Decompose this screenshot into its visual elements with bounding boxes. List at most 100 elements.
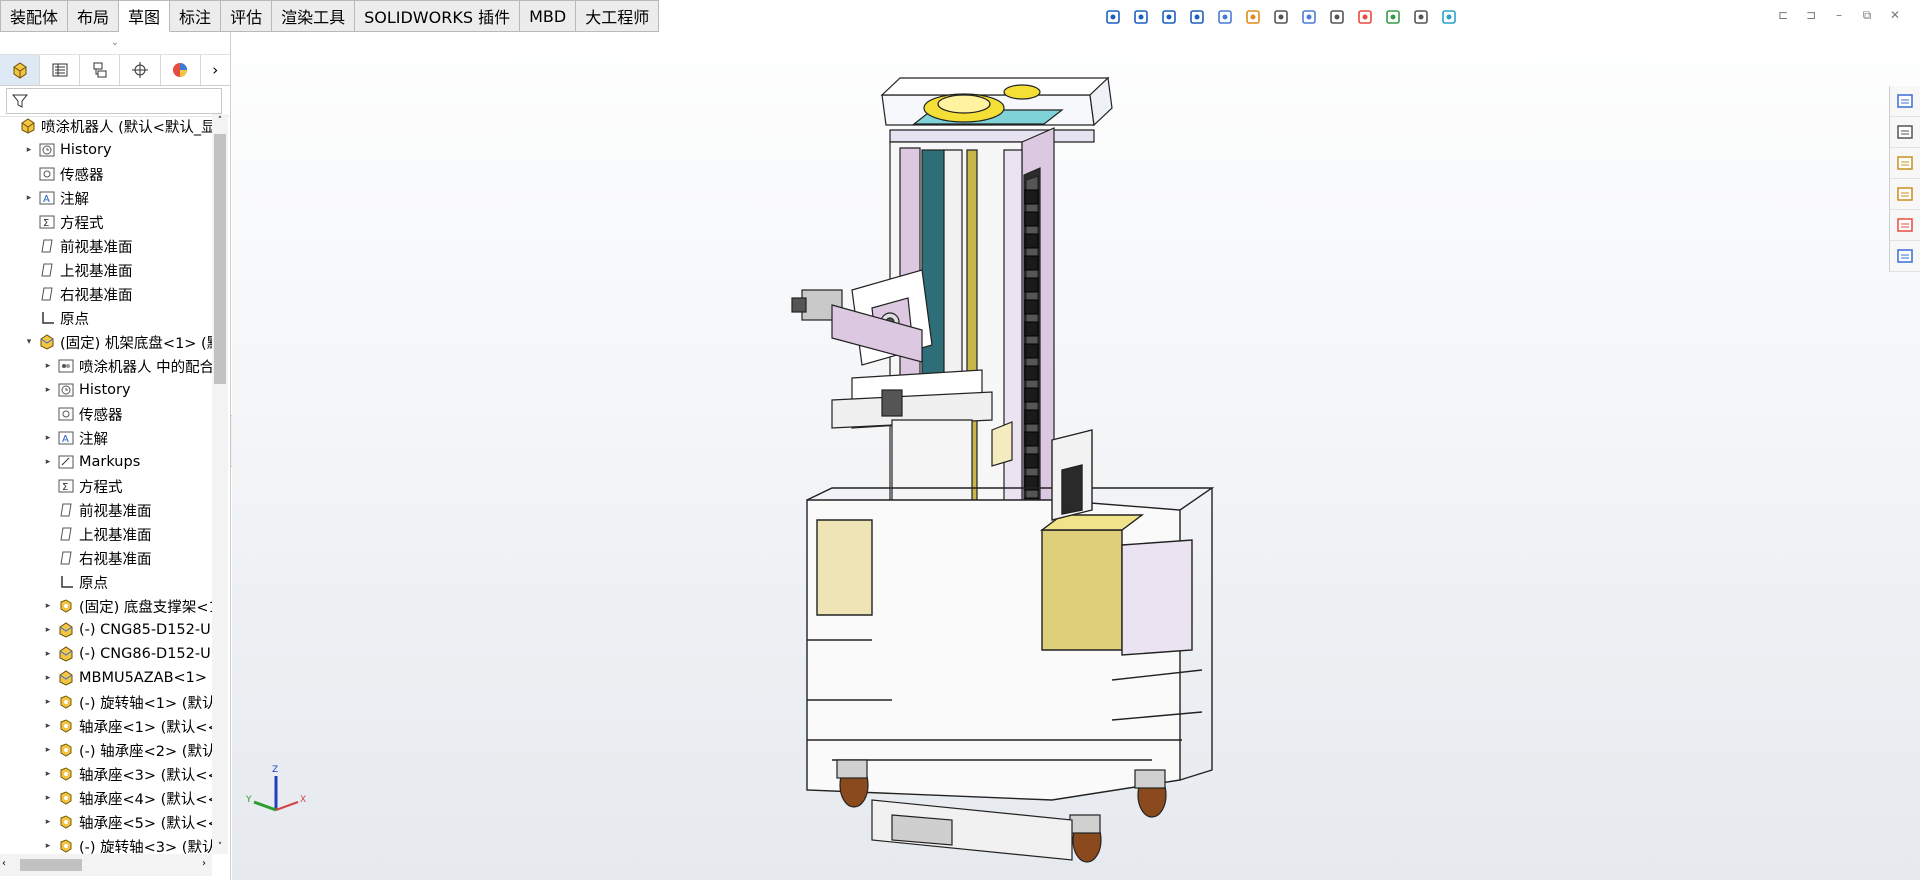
svg-text:A: A	[62, 434, 69, 445]
tree-item-label: 前视基准面	[60, 239, 133, 256]
tree-item-label: 注解	[79, 431, 108, 448]
expand-arrow-icon[interactable]: ▸	[42, 457, 54, 467]
tree-item[interactable]: 右视基准面	[0, 546, 212, 570]
scroll-right-icon[interactable]: ›	[202, 858, 206, 869]
triad-z-label: Z	[272, 765, 278, 775]
tab-5[interactable]: 渲染工具	[272, 0, 356, 32]
tree-item[interactable]: ▸ (-) CNG86-D152-U	[0, 642, 212, 666]
expand-arrow-icon[interactable]: ▸	[42, 649, 54, 659]
expand-arrow-icon[interactable]: ▸	[42, 769, 54, 779]
tab-0[interactable]: 装配体	[0, 0, 69, 32]
part-icon	[57, 789, 75, 807]
tree-item[interactable]: 原点	[0, 570, 212, 594]
tree-item-label: 喷涂机器人 中的配合	[79, 359, 212, 376]
subassembly-icon	[38, 333, 56, 351]
tree-item[interactable]: 上视基准面	[0, 258, 212, 282]
expand-arrow-icon[interactable]: ▸	[42, 625, 54, 635]
tree-item[interactable]: ▸ A 注解	[0, 186, 212, 210]
configuration-manager-tab[interactable]	[80, 55, 121, 85]
tree-item[interactable]: 前视基准面	[0, 234, 212, 258]
reference-triad: Z Y X	[246, 765, 306, 812]
tree-item[interactable]: ▸ 轴承座<5> (默认<<	[0, 810, 212, 834]
property-manager-tab[interactable]	[40, 55, 81, 85]
tab-7[interactable]: MBD	[520, 0, 577, 32]
dimxpert-tab[interactable]	[120, 55, 161, 85]
expand-arrow-icon[interactable]: ▸	[42, 841, 54, 851]
tree-item[interactable]: ▸ (-) 旋转轴<3> (默认	[0, 834, 212, 854]
tree-item[interactable]: 上视基准面	[0, 522, 212, 546]
tab-4[interactable]: 评估	[221, 0, 273, 32]
tree-item[interactable]: Σ 方程式	[0, 474, 212, 498]
tab-2[interactable]: 草图	[119, 0, 171, 32]
dimxpert-icon	[131, 62, 148, 78]
tree-item[interactable]: Σ 方程式	[0, 210, 212, 234]
expand-arrow-icon[interactable]: ▸	[42, 793, 54, 803]
part-icon	[57, 741, 75, 759]
command-manager-tabs: 装配体 布局 草图 标注 评估 渲染工具 SOLIDWORKS 插件 MBD 大工程师	[0, 0, 660, 32]
tree-item[interactable]: ▸ MBMU5AZAB<1>	[0, 666, 212, 690]
expand-arrow-icon[interactable]: ▸	[42, 721, 54, 731]
sensor-icon	[57, 405, 75, 423]
tree-item[interactable]: ▸ (-) CNG85-D152-U	[0, 618, 212, 642]
tree-item-label: 前视基准面	[79, 503, 152, 520]
tree-horizontal-scrollbar[interactable]: ‹ ›	[0, 854, 212, 876]
display-manager-tab[interactable]	[161, 55, 201, 85]
subassembly-icon	[57, 621, 75, 639]
markups-icon	[57, 453, 75, 471]
collapse-arrow-icon[interactable]: ▾	[23, 337, 35, 347]
panel-grip[interactable]: ⌄	[0, 32, 230, 55]
scroll-up-icon[interactable]: ˄	[212, 114, 228, 128]
tree-item[interactable]: ▸ Markups	[0, 450, 212, 474]
tab-1[interactable]: 布局	[68, 0, 120, 32]
vertical-scroll-thumb[interactable]	[214, 134, 226, 384]
expand-arrow-icon[interactable]: ▸	[42, 433, 54, 443]
part-icon	[57, 813, 75, 831]
tab-6[interactable]: SOLIDWORKS 插件	[355, 0, 521, 32]
tree-item-label: 右视基准面	[60, 287, 133, 304]
filter-icon	[11, 94, 29, 108]
expand-arrow-icon[interactable]: ▸	[42, 673, 54, 683]
origin-icon	[57, 573, 75, 591]
tree-item[interactable]: 原点	[0, 306, 212, 330]
tree-item[interactable]: ▸ (-) 轴承座<2> (默认	[0, 738, 212, 762]
triad-x-label: X	[300, 795, 306, 805]
expand-arrow-icon[interactable]: ▸	[23, 145, 35, 155]
tree-item[interactable]: 右视基准面	[0, 282, 212, 306]
tree-item[interactable]: ▸ History	[0, 378, 212, 402]
feature-manager-tab[interactable]	[0, 55, 41, 85]
plane-icon	[38, 237, 56, 255]
tree-item[interactable]: ▸ (固定) 底盘支撑架<1	[0, 594, 212, 618]
tree-item-label: 轴承座<5> (默认<<	[79, 815, 212, 832]
expand-arrow-icon[interactable]: ▸	[23, 193, 35, 203]
scroll-down-icon[interactable]: ˅	[212, 840, 228, 854]
tree-item-label: (-) CNG86-D152-U	[79, 646, 211, 662]
tree-item[interactable]: ▸ History	[0, 138, 212, 162]
tree-item[interactable]: ▸ 轴承座<4> (默认<<	[0, 786, 212, 810]
robot-assembly-model[interactable]	[232, 0, 1920, 880]
scroll-left-icon[interactable]: ‹	[2, 858, 6, 869]
tab-8[interactable]: 大工程师	[576, 0, 660, 32]
expand-arrow-icon[interactable]: ▸	[42, 385, 54, 395]
graphics-area[interactable]: ⊏ ⊐ – ⧉ ✕ Z Y X	[232, 0, 1920, 880]
tree-item[interactable]: ▾ (固定) 机架底盘<1> (默	[0, 330, 212, 354]
expand-arrow-icon[interactable]: ▸	[42, 361, 54, 371]
tree-item[interactable]: ▸ 喷涂机器人 中的配合	[0, 354, 212, 378]
tree-vertical-scrollbar[interactable]: ˄ ˅	[212, 114, 228, 854]
panel-more-button[interactable]: ›	[201, 55, 230, 85]
tree-item[interactable]: 前视基准面	[0, 498, 212, 522]
tab-3[interactable]: 标注	[170, 0, 222, 32]
horizontal-scroll-thumb[interactable]	[20, 859, 82, 871]
tree-item[interactable]: 喷涂机器人 (默认<默认_显	[0, 114, 212, 138]
tree-item[interactable]: 传感器	[0, 162, 212, 186]
tree-item[interactable]: 传感器	[0, 402, 212, 426]
filter-input[interactable]	[6, 88, 222, 114]
tree-item[interactable]: ▸ A 注解	[0, 426, 212, 450]
tree-item[interactable]: ▸ 轴承座<1> (默认<<	[0, 714, 212, 738]
expand-arrow-icon[interactable]: ▸	[42, 697, 54, 707]
expand-arrow-icon[interactable]: ▸	[42, 817, 54, 827]
tree-item-label: (固定) 机架底盘<1> (默	[60, 335, 212, 352]
expand-arrow-icon[interactable]: ▸	[42, 601, 54, 611]
tree-item[interactable]: ▸ (-) 旋转轴<1> (默认	[0, 690, 212, 714]
expand-arrow-icon[interactable]: ▸	[42, 745, 54, 755]
tree-item[interactable]: ▸ 轴承座<3> (默认<<	[0, 762, 212, 786]
